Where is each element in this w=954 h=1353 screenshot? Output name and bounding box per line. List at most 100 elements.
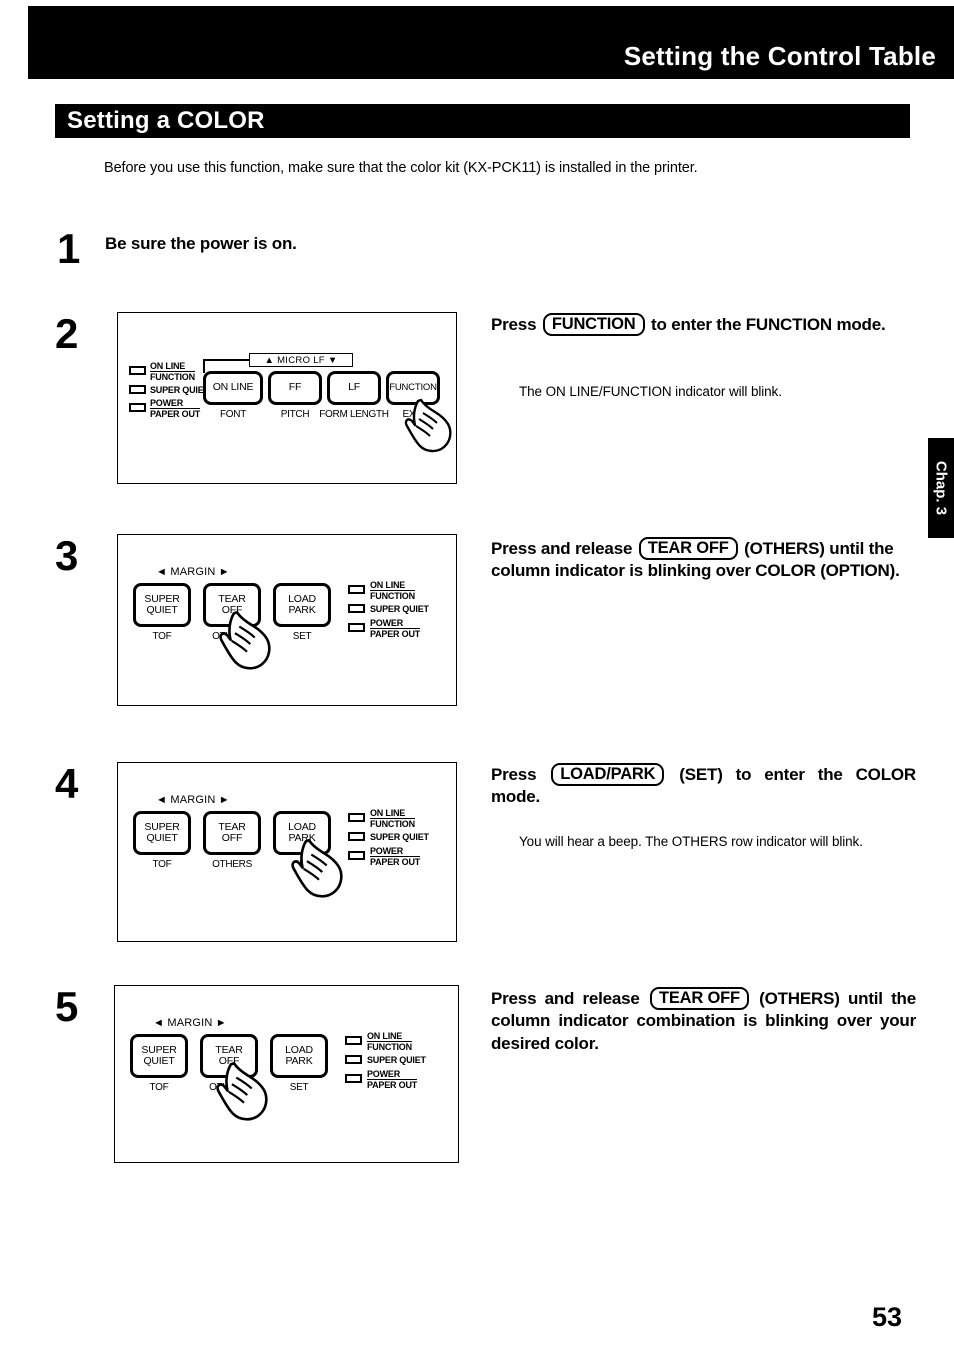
step-5-instruction: Press and release TEAR OFF (OTHERS) unti… — [491, 987, 916, 1055]
intro-paragraph: Before you use this function, make sure … — [104, 160, 698, 176]
led-label-on-line-function: ON LINE FUNCTION — [150, 361, 195, 382]
button-sublabel-set: SET — [289, 1082, 309, 1093]
led-super-quiet — [129, 385, 146, 394]
step-number-1: 1 — [57, 225, 81, 272]
led-label-super-quiet: SUPER QUIET — [370, 832, 429, 842]
led-label-power-paper-out: POWER PAPER OUT — [150, 398, 200, 419]
step-1-heading: Be sure the power is on. — [105, 234, 297, 253]
chapter-tab: Chap. 3 — [928, 438, 954, 538]
hand-pointer-icon — [219, 610, 271, 670]
micro-lf-connector-vertical — [203, 359, 205, 373]
step-2-instruction: Press FUNCTION to enter the FUNCTION mod… — [491, 313, 916, 337]
led-label-line2: PAPER OUT — [367, 1080, 418, 1091]
led-label-line1: ON LINE — [370, 808, 415, 820]
button-line2: QUIET — [146, 832, 178, 844]
page-title: Setting the Control Table — [623, 41, 936, 71]
page-number: 53 — [871, 1302, 902, 1332]
micro-lf-connector-horizontal — [203, 359, 249, 361]
chapter-tab-label: Chap. 3 — [932, 460, 950, 516]
step-5-instruction-pre: Press and release — [491, 989, 640, 1008]
step-4-instruction: Press LOAD/PARK (SET) to enter the COLOR… — [491, 763, 916, 809]
button-sublabel-tof: TOF — [152, 631, 172, 642]
margin-label: ◄ MARGIN ► — [156, 794, 230, 806]
led-label-line1: POWER — [150, 398, 201, 410]
button-tear-off[interactable]: TEAR OFF — [203, 811, 261, 855]
hand-pointer-icon — [404, 398, 452, 453]
keycap-function: FUNCTION — [542, 313, 645, 337]
button-sublabel-tof: TOF — [149, 1082, 169, 1093]
led-super-quiet — [348, 604, 365, 613]
step-3-instruction: Press and release TEAR OFF (OTHERS) unti… — [491, 537, 916, 583]
led-label-line2: FUNCTION — [150, 372, 195, 383]
button-super-quiet[interactable]: SUPER QUIET — [130, 1034, 188, 1078]
printer-control-panel-margin-3: ◄ MARGIN ► SUPER QUIET TOF TEAR OFF OTHE… — [117, 534, 457, 706]
led-label-super-quiet: SUPER QUIET — [150, 385, 209, 395]
micro-lf-box: ▲ MICRO LF ▼ — [249, 353, 353, 367]
keycap-tear-off: TEAR OFF — [638, 537, 738, 561]
led-label-line2: PAPER OUT — [370, 629, 421, 640]
led-label-power-paper-out: POWER PAPER OUT — [370, 618, 420, 639]
keycap-tear-off: TEAR OFF — [649, 987, 749, 1011]
page-header-bar: Setting the Control Table — [28, 6, 954, 79]
step-2-note: The ON LINE/FUNCTION indicator will blin… — [519, 384, 782, 399]
step-number-4: 4 — [55, 760, 79, 807]
step-2-instruction-pre: Press — [491, 315, 537, 334]
button-line2: QUIET — [143, 1055, 175, 1067]
led-on-line-function — [348, 813, 365, 822]
button-lf[interactable]: LF — [327, 371, 381, 405]
step-number-2: 2 — [55, 310, 79, 357]
button-sublabel-tof: TOF — [152, 859, 172, 870]
button-load-park[interactable]: LOAD PARK — [270, 1034, 328, 1078]
button-line2: PARK — [288, 604, 316, 616]
led-on-line-function — [129, 366, 146, 375]
led-power-paper-out — [348, 623, 365, 632]
led-label-line1: ON LINE — [367, 1031, 412, 1043]
led-label-on-line-function: ON LINE FUNCTION — [370, 580, 415, 601]
led-label-super-quiet: SUPER QUIET — [367, 1055, 426, 1065]
button-ff[interactable]: FF — [268, 371, 322, 405]
step-number-5: 5 — [55, 983, 79, 1030]
keycap-load-park: LOAD/PARK — [551, 763, 665, 787]
button-line2: QUIET — [146, 604, 178, 616]
led-label-line2: PAPER OUT — [150, 409, 201, 420]
led-label-line1: POWER — [367, 1069, 418, 1081]
margin-label: ◄ MARGIN ► — [153, 1017, 227, 1029]
hand-pointer-icon — [291, 838, 343, 898]
led-label-on-line-function: ON LINE FUNCTION — [367, 1031, 412, 1052]
led-power-paper-out — [345, 1074, 362, 1083]
led-power-paper-out — [348, 851, 365, 860]
led-on-line-function — [345, 1036, 362, 1045]
button-sublabel-font: FONT — [219, 409, 247, 420]
button-load-park[interactable]: LOAD PARK — [273, 583, 331, 627]
button-sublabel-others: OTHERS — [212, 859, 252, 870]
hand-pointer-icon — [216, 1061, 268, 1121]
led-on-line-function — [348, 585, 365, 594]
led-label-super-quiet: SUPER QUIET — [370, 604, 429, 614]
button-sublabel-pitch: PITCH — [280, 409, 310, 420]
section-header-bar: Setting a COLOR — [55, 104, 910, 138]
step-4-instruction-pre: Press — [491, 765, 537, 784]
led-super-quiet — [345, 1055, 362, 1064]
button-super-quiet[interactable]: SUPER QUIET — [133, 583, 191, 627]
button-super-quiet[interactable]: SUPER QUIET — [133, 811, 191, 855]
button-sublabel-set: SET — [292, 631, 312, 642]
led-label-line1: POWER — [370, 618, 421, 630]
led-super-quiet — [348, 832, 365, 841]
led-label-line2: FUNCTION — [370, 591, 415, 602]
printer-control-panel-function: ▲ MICRO LF ▼ ON LINE FUNCTION SUPER QUIE… — [117, 312, 457, 484]
button-on-line[interactable]: ON LINE — [203, 371, 263, 405]
button-line2: OFF — [221, 832, 243, 844]
led-label-power-paper-out: POWER PAPER OUT — [367, 1069, 417, 1090]
step-3-instruction-pre: Press and release — [491, 539, 633, 558]
button-line2: PARK — [285, 1055, 313, 1067]
printer-control-panel-margin-5: ◄ MARGIN ► SUPER QUIET TOF TEAR OFF OTHE… — [114, 985, 459, 1163]
led-label-line2: PAPER OUT — [370, 857, 421, 868]
step-4-note: You will hear a beep. The OTHERS row ind… — [519, 834, 863, 849]
led-label-line1: POWER — [370, 846, 421, 858]
led-label-line2: FUNCTION — [367, 1042, 412, 1053]
printer-control-panel-margin-4: ◄ MARGIN ► SUPER QUIET TOF TEAR OFF OTHE… — [117, 762, 457, 942]
step-2-instruction-post: to enter the FUNCTION mode. — [651, 315, 886, 334]
step-number-3: 3 — [55, 532, 79, 579]
led-label-line2: FUNCTION — [370, 819, 415, 830]
button-sublabel-form-length: FORM LENGTH — [319, 409, 389, 420]
